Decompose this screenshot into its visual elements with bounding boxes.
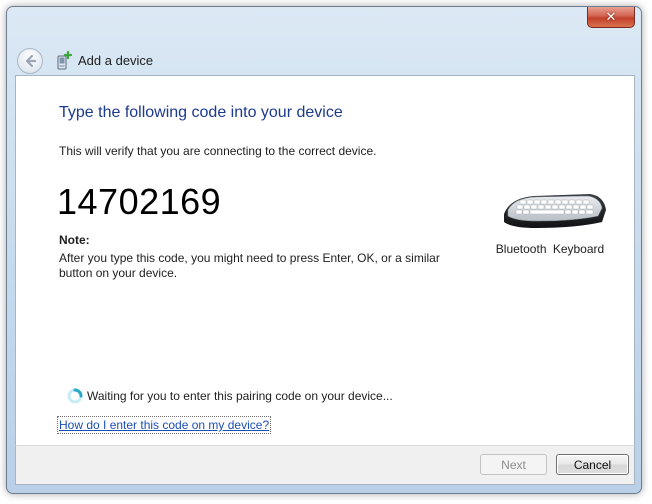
title-bar: ✕ xyxy=(7,7,641,39)
page-description: This will verify that you are connecting… xyxy=(59,144,377,158)
close-icon: ✕ xyxy=(605,9,617,25)
note-label: Note: xyxy=(59,233,90,247)
note-text: After you type this code, you might need… xyxy=(59,251,440,280)
window-title: Add a device xyxy=(78,53,154,68)
help-link[interactable]: How do I enter this code on my device? xyxy=(56,416,272,434)
cancel-button[interactable]: Cancel xyxy=(556,454,629,475)
back-arrow-icon xyxy=(25,54,37,68)
back-button[interactable] xyxy=(17,48,43,74)
add-device-icon xyxy=(57,51,73,70)
pairing-status: Waiting for you to enter this pairing co… xyxy=(87,389,393,403)
navigation-bar: Add a device xyxy=(7,39,641,74)
button-bar: Next Cancel xyxy=(15,445,635,485)
pairing-code: 14702169 xyxy=(57,181,222,222)
close-button[interactable]: ✕ xyxy=(587,7,635,28)
add-device-window: ✕ Add a device Type the following code i… xyxy=(6,6,642,494)
device-label: Bluetooth Keyboard xyxy=(495,242,605,256)
busy-spinner-icon xyxy=(67,388,83,404)
page-heading: Type the following code into your device xyxy=(59,104,343,121)
next-button[interactable]: Next xyxy=(480,454,547,475)
main-content: Type the following code into your device… xyxy=(15,75,635,446)
